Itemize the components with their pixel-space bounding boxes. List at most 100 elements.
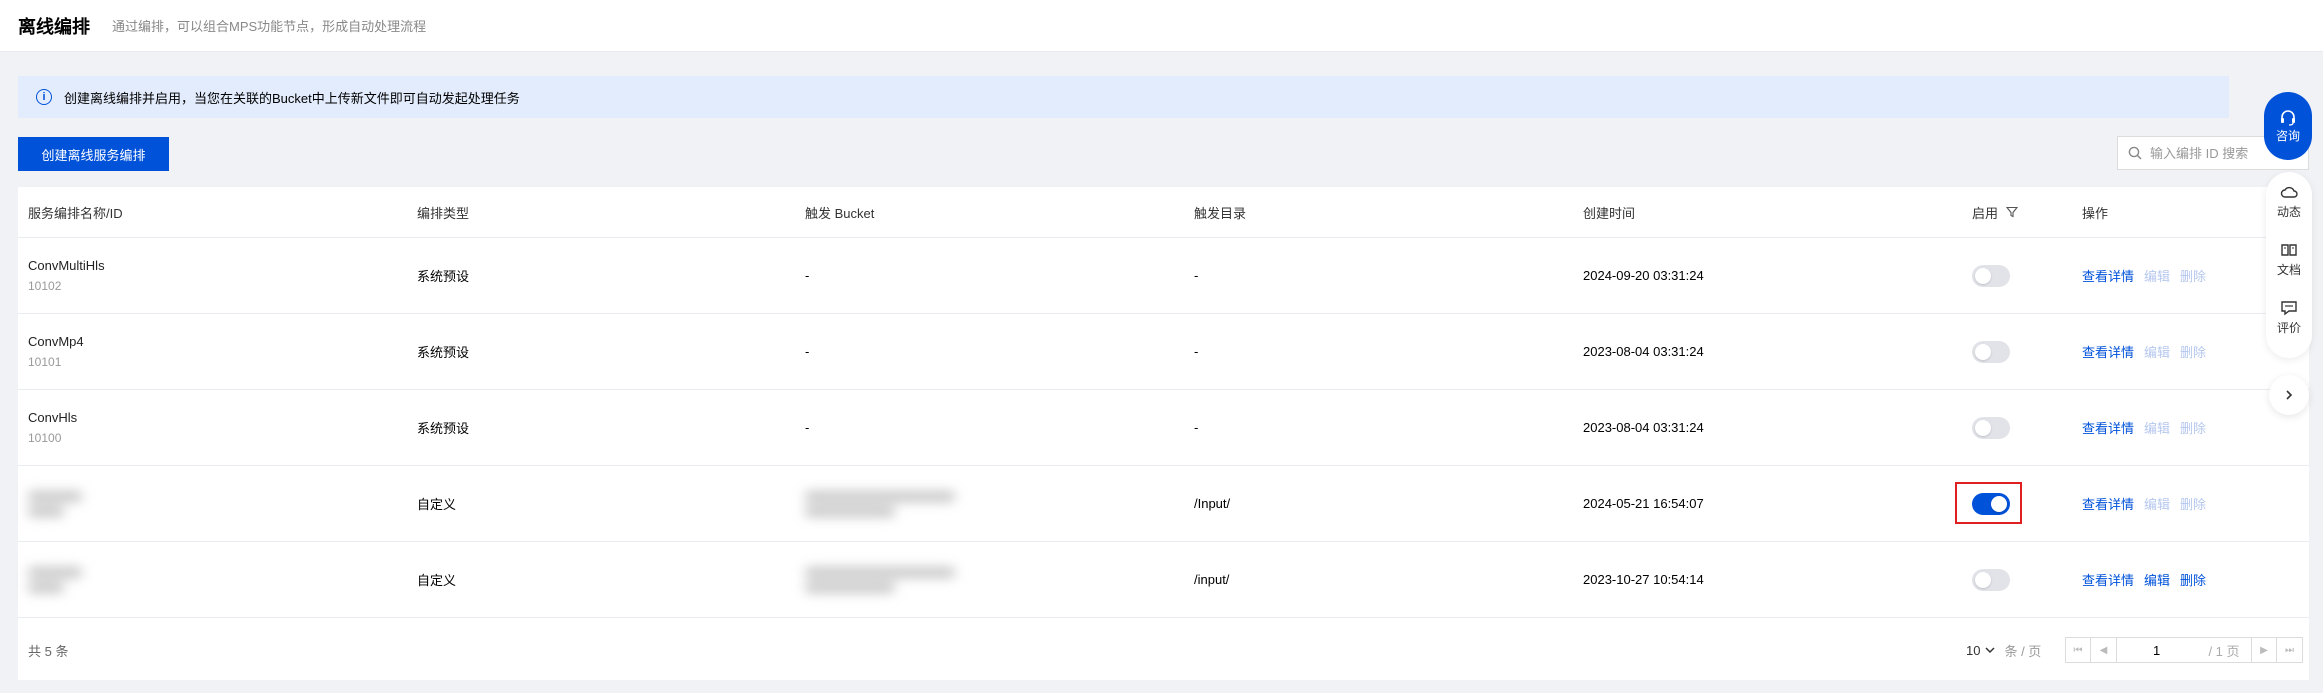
side-panel: 动态 文档 评价 <box>2266 172 2312 358</box>
search-icon <box>2128 146 2142 160</box>
bucket-cell: - <box>805 238 809 313</box>
info-banner-text: 创建离线编排并启用，当您在关联的Bucket中上传新文件即可自动发起处理任务 <box>64 90 520 106</box>
view-details-link[interactable]: 查看详情 <box>2082 570 2134 589</box>
info-icon: i <box>36 89 52 105</box>
orchestration-id: 10102 <box>28 279 62 293</box>
page-size-select[interactable]: 10 条 / 页 <box>1966 641 2041 660</box>
page-title: 离线编排 <box>18 16 90 37</box>
edit-link[interactable]: 编辑 <box>2144 570 2170 589</box>
enable-toggle[interactable] <box>1972 416 2010 439</box>
filter-icon[interactable] <box>2006 206 2019 218</box>
toggle-knob <box>1975 267 1991 284</box>
pagination: ⏮ ◀ 1 / 1 页 ▶ ⏭ <box>2065 637 2303 663</box>
table-row: ConvHls 10100 系统预设 - - 2023-08-04 03:31:24 查看详… <box>18 390 2309 466</box>
name-cell: ConvMultiHls 10102 <box>28 238 105 313</box>
trigger-bucket: - <box>805 344 810 359</box>
enable-toggle[interactable] <box>1972 340 2010 363</box>
trigger-bucket: - <box>805 268 810 283</box>
created-time: 2024-05-21 16:54:07 <box>1583 496 1704 511</box>
cloud-icon <box>2280 186 2298 198</box>
bucket-cell: - <box>805 390 809 465</box>
consult-label: 咨询 <box>2275 128 2300 143</box>
chevron-down-icon <box>1985 647 1995 654</box>
side-item-label: 动态 <box>2276 205 2301 219</box>
chevron-right-icon <box>2286 390 2293 400</box>
toggle-knob <box>1975 571 1991 588</box>
redacted-name <box>28 489 82 519</box>
table-row: 自定义/input/2023-10-27 10:54:14 查看详情 编辑 删除 <box>18 542 2309 618</box>
create-orchestration-button[interactable]: 创建离线服务编排 <box>18 137 169 171</box>
redacted-name <box>28 565 82 595</box>
created-time: 2023-08-04 03:31:24 <box>1583 344 1704 359</box>
first-page-icon[interactable]: ⏮ <box>2065 637 2091 663</box>
trigger-bucket: - <box>805 420 810 435</box>
edit-link: 编辑 <box>2144 345 2171 360</box>
book-icon <box>2281 244 2297 256</box>
delete-link: 删除 <box>2180 497 2207 512</box>
enable-toggle[interactable] <box>1972 264 2010 287</box>
column-header-name: 服务编排名称/ID <box>28 205 123 221</box>
page-size-unit: 条 / 页 <box>2004 643 2042 659</box>
delete-link: 删除 <box>2180 269 2207 284</box>
view-details-link[interactable]: 查看详情 <box>2082 266 2134 285</box>
last-page-icon[interactable]: ⏭ <box>2277 637 2303 663</box>
trigger-dir: - <box>1194 420 1199 435</box>
name-cell <box>28 466 82 541</box>
column-header-bucket: 触发 Bucket <box>805 205 875 221</box>
side-item-docs[interactable]: 文档 <box>2277 242 2301 300</box>
created-time: 2023-10-27 10:54:14 <box>1583 572 1704 587</box>
ops-cell: 查看详情 编辑 删除 <box>2082 238 2216 313</box>
delete-link: 删除 <box>2180 421 2207 436</box>
orchestration-type: 系统预设 <box>417 421 470 436</box>
trigger-dir: - <box>1194 344 1199 359</box>
table-row: ConvMultiHls 10102 系统预设 - - 2024-09-20 03:31:… <box>18 238 2309 314</box>
table-header-row: 服务编排名称/ID 编排类型 触发 Bucket 触发目录 创建时间 启用 操作 <box>18 187 2309 238</box>
toggle-knob <box>1975 419 1991 436</box>
orchestration-name: ConvMp4 <box>28 334 84 349</box>
next-page-icon[interactable]: ▶ <box>2251 637 2277 663</box>
redacted-bucket <box>805 565 955 595</box>
delete-link[interactable]: 删除 <box>2180 570 2206 589</box>
page-number-input[interactable]: 1 <box>2117 637 2197 663</box>
enable-cell <box>1972 390 2010 465</box>
ops-cell: 查看详情 编辑 删除 <box>2082 390 2216 465</box>
highlight-box <box>1955 482 2022 524</box>
column-header-dir: 触发目录 <box>1194 205 1247 221</box>
delete-link: 删除 <box>2180 345 2207 360</box>
bucket-cell <box>805 542 955 617</box>
orchestration-name: ConvHls <box>28 410 78 425</box>
side-item-news[interactable]: 动态 <box>2277 184 2301 242</box>
trigger-dir: /input/ <box>1194 572 1230 587</box>
info-banner: i 创建离线编排并启用，当您在关联的Bucket中上传新文件即可自动发起处理任务 <box>18 76 2229 118</box>
orchestration-type: 系统预设 <box>417 345 470 360</box>
edit-link: 编辑 <box>2144 269 2171 284</box>
view-details-link[interactable]: 查看详情 <box>2082 342 2134 361</box>
orchestration-table: 服务编排名称/ID 编排类型 触发 Bucket 触发目录 创建时间 启用 操作… <box>18 187 2309 680</box>
view-details-link[interactable]: 查看详情 <box>2082 494 2134 513</box>
collapse-sidebar-button[interactable] <box>2269 375 2309 415</box>
name-cell <box>28 542 82 617</box>
enable-cell <box>1972 542 2010 617</box>
page-subtitle: 通过编排，可以组合MPS功能节点，形成自动处理流程 <box>112 19 427 34</box>
column-header-enabled-label: 启用 <box>1972 205 1999 221</box>
orchestration-type: 自定义 <box>417 497 457 512</box>
enable-toggle[interactable] <box>1972 568 2010 591</box>
created-time: 2024-09-20 03:31:24 <box>1583 268 1704 283</box>
table-row: ConvMp4 10101 系统预设 - - 2023-08-04 03:31:24 查看详… <box>18 314 2309 390</box>
name-cell: ConvMp4 10101 <box>28 314 84 389</box>
edit-link: 编辑 <box>2144 497 2171 512</box>
side-item-label: 评价 <box>2276 321 2301 335</box>
enable-cell <box>1972 314 2010 389</box>
comment-icon <box>2281 301 2297 316</box>
total-pages: / 1 页 <box>2197 637 2251 663</box>
prev-page-icon[interactable]: ◀ <box>2091 637 2117 663</box>
column-header-enabled: 启用 <box>1972 187 2019 237</box>
side-item-feedback[interactable]: 评价 <box>2277 300 2301 358</box>
name-cell: ConvHls 10100 <box>28 390 77 465</box>
orchestration-id: 10100 <box>28 431 62 445</box>
trigger-dir: /Input/ <box>1194 496 1231 511</box>
enable-cell <box>1972 238 2010 313</box>
consult-button[interactable]: 咨询 <box>2264 92 2312 160</box>
view-details-link[interactable]: 查看详情 <box>2082 418 2134 437</box>
toggle-knob <box>1975 343 1991 360</box>
